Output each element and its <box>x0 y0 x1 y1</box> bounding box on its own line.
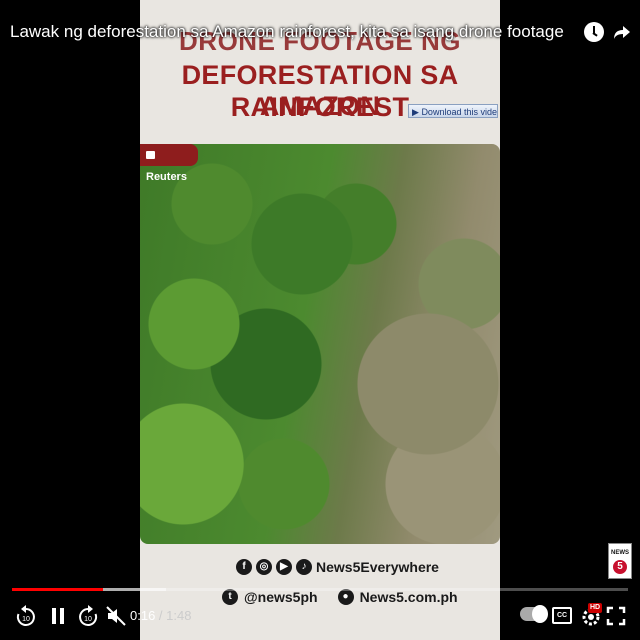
download-icon: ▶ <box>412 107 419 117</box>
logo-text: NEWS <box>611 550 629 556</box>
fullscreen-icon[interactable] <box>606 604 626 628</box>
pause-icon[interactable] <box>46 604 70 628</box>
twitter-handle: @news5ph <box>244 589 318 605</box>
instagram-icon: ◎ <box>256 559 272 575</box>
download-video-button[interactable]: ▶ Download this video <box>408 104 498 118</box>
time-display: 0:16 / 1:48 <box>130 608 191 623</box>
progress-played <box>12 588 104 591</box>
camera-icon <box>146 151 155 159</box>
source-tag-label: Reuters <box>146 171 187 183</box>
location-pin-icon: ● <box>337 589 354 605</box>
social-links-row: f ◎ ▶ ♪ News5Everywhere <box>236 556 439 578</box>
source-tag: Reuters <box>140 144 198 183</box>
social-handle: News5Everywhere <box>316 559 439 575</box>
svg-text:10: 10 <box>84 616 92 623</box>
rewind-10-icon[interactable]: 10 <box>14 604 38 628</box>
tiktok-icon: ♪ <box>296 559 312 575</box>
twitter-icon: t <box>222 589 238 605</box>
video-title[interactable]: Lawak ng deforestation sa Amazon rainfor… <box>10 22 564 42</box>
video-frame: DRONE FOOTAGE NG DEFORESTATION SA AMAZON… <box>140 0 500 640</box>
progress-bar[interactable] <box>12 588 628 591</box>
download-video-label: Download this video <box>421 107 498 117</box>
youtube-icon: ▶ <box>276 559 292 575</box>
video-player[interactable]: DRONE FOOTAGE NG DEFORESTATION SA AMAZON… <box>0 0 640 640</box>
news5-logo: NEWS 5 <box>608 543 632 579</box>
drone-footage-image <box>140 144 500 544</box>
facebook-icon: f <box>236 559 252 575</box>
website-text: News5.com.ph <box>359 589 458 605</box>
time-separator: / <box>155 608 167 623</box>
share-icon[interactable] <box>612 22 632 42</box>
forward-10-icon[interactable]: 10 <box>76 604 100 628</box>
duration: 1:48 <box>166 608 192 623</box>
hd-badge: HD <box>588 603 603 613</box>
watch-later-icon[interactable] <box>584 22 604 42</box>
svg-text:10: 10 <box>22 616 30 623</box>
captions-button[interactable]: CC <box>552 607 572 624</box>
mute-icon[interactable] <box>104 604 128 628</box>
autoplay-toggle[interactable] <box>520 605 548 623</box>
current-time: 0:16 <box>130 608 156 623</box>
logo-number: 5 <box>613 560 627 574</box>
